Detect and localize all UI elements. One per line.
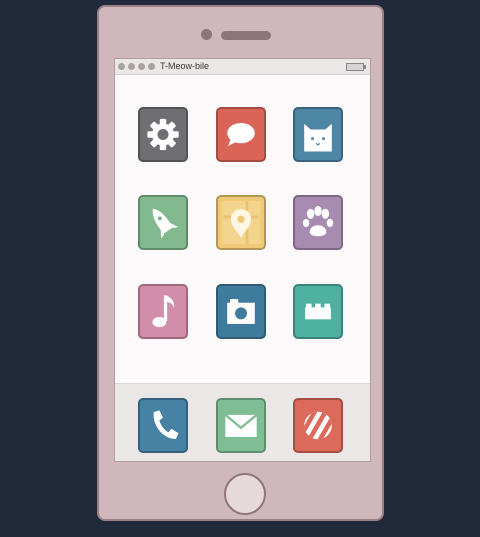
app-music[interactable] <box>138 284 188 339</box>
front-camera <box>201 29 212 40</box>
rocket-icon <box>152 208 179 239</box>
app-rocket[interactable] <box>138 195 188 250</box>
phone-screen: T-Meow-bile <box>114 58 371 462</box>
striped-ball-icon <box>304 411 332 440</box>
chat-bubble-icon <box>227 123 255 146</box>
app-mail[interactable] <box>216 398 266 453</box>
phone-frame: T-Meow-bile <box>97 5 384 521</box>
lego-brick-icon <box>305 303 331 320</box>
signal-dot <box>148 63 155 70</box>
camera-icon <box>227 299 255 324</box>
music-note-icon <box>152 295 175 328</box>
app-candy[interactable] <box>293 398 343 453</box>
signal-dot <box>118 63 125 70</box>
app-messages[interactable] <box>216 107 266 162</box>
app-cat[interactable] <box>293 107 343 162</box>
paw-print-icon <box>302 205 334 237</box>
carrier-name: T-Meow-bile <box>160 61 210 71</box>
signal-dot <box>138 63 145 70</box>
cat-face-icon <box>304 123 332 152</box>
map-pin-icon <box>221 200 261 245</box>
earpiece-speaker <box>221 31 271 40</box>
signal-dot <box>128 63 135 70</box>
app-dock <box>115 383 370 461</box>
app-camera[interactable] <box>216 284 266 339</box>
home-button[interactable] <box>224 473 266 515</box>
app-paw[interactable] <box>293 195 343 250</box>
status-bar: T-Meow-bile <box>115 59 370 75</box>
battery-icon <box>346 63 366 71</box>
app-maps[interactable] <box>216 195 266 250</box>
phone-handset-icon <box>153 410 179 439</box>
app-phone[interactable] <box>138 398 188 453</box>
gear-icon <box>147 118 179 151</box>
envelope-icon <box>224 414 258 437</box>
app-lego[interactable] <box>293 284 343 339</box>
app-settings[interactable] <box>138 107 188 162</box>
